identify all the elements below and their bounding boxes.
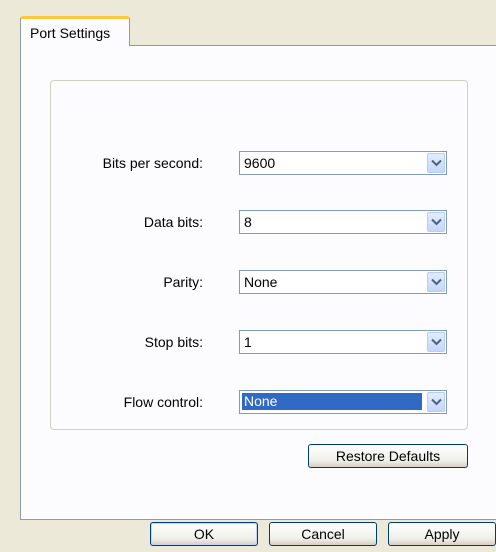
chevron-down-icon [431,218,442,226]
flow-control-value: None [242,393,422,410]
cancel-button[interactable]: Cancel [269,522,377,546]
stop-bits-value: 1 [244,334,252,350]
chevron-down-icon [431,278,442,286]
restore-defaults-button[interactable]: Restore Defaults [308,444,468,468]
ok-button[interactable]: OK [150,522,258,546]
tab-port-settings[interactable]: Port Settings [20,16,130,46]
chevron-down-icon [431,398,442,406]
stop-bits-label: Stop bits: [144,334,203,350]
data-bits-label: Data bits: [143,214,203,230]
port-settings-group: Bits per second: 9600 Data bits: 8 Parit… [50,80,468,430]
apply-button[interactable]: Apply [388,522,496,546]
parity-label: Parity: [163,274,203,290]
parity-value: None [244,274,278,290]
chevron-down-icon [431,338,442,346]
flow-control-select[interactable]: None [239,390,447,414]
bits-per-second-label: Bits per second: [102,155,203,171]
stop-bits-select[interactable]: 1 [239,330,447,354]
flow-control-label: Flow control: [123,394,203,410]
data-bits-select[interactable]: 8 [239,210,447,234]
flow-control-dropdown-button[interactable] [427,392,445,412]
stop-bits-dropdown-button[interactable] [427,332,445,352]
data-bits-value: 8 [244,214,252,230]
bits-per-second-select[interactable]: 9600 [239,151,447,175]
tab-port-settings-label: Port Settings [30,25,111,41]
data-bits-dropdown-button[interactable] [427,212,445,232]
parity-select[interactable]: None [239,270,447,294]
parity-dropdown-button[interactable] [427,272,445,292]
bits-per-second-dropdown-button[interactable] [427,153,445,173]
bits-per-second-value: 9600 [244,155,276,171]
chevron-down-icon [431,159,442,167]
port-settings-panel: Bits per second: 9600 Data bits: 8 Parit… [20,45,496,520]
